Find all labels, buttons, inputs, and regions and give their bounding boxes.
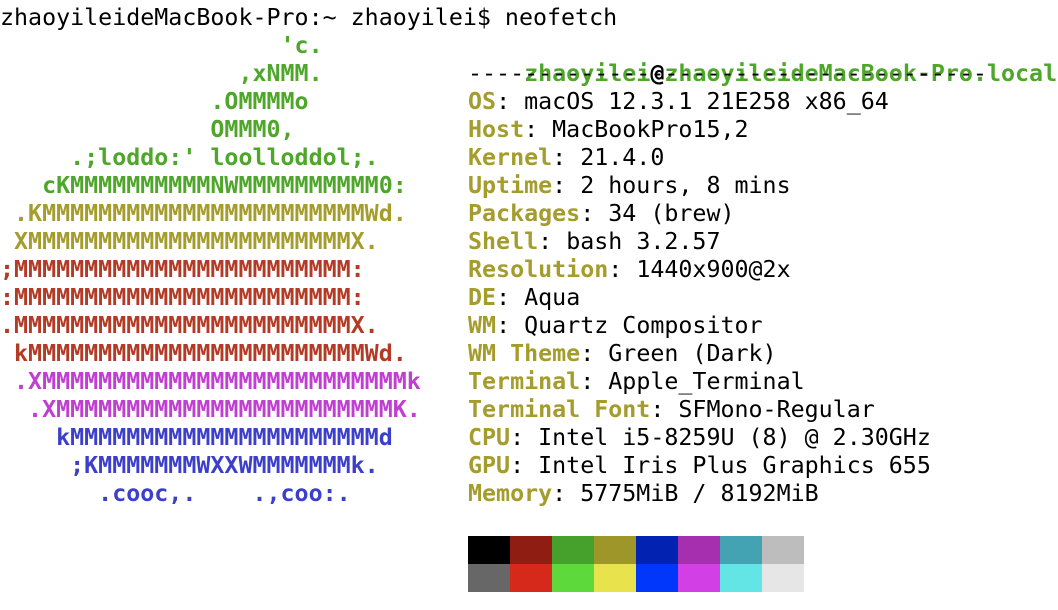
info-value: : SFMono-Regular xyxy=(650,396,875,423)
logo-line: 'c. xyxy=(0,32,323,59)
color-swatch xyxy=(636,536,678,564)
logo-line: kMMMMMMMMMMMMMMMMMMMMMMd xyxy=(0,424,393,451)
info-row: Terminal Font: SFMono-Regular xyxy=(468,396,875,424)
info-label: CPU xyxy=(468,424,511,451)
color-swatch xyxy=(678,536,720,564)
color-swatch xyxy=(594,564,636,592)
info-row: DE: Aqua xyxy=(468,284,580,312)
info-value: : Green (Dark) xyxy=(580,340,777,367)
logo-line: ;KMMMMMMMWXXWMMMMMMMk. xyxy=(0,452,379,479)
logo-line: kMMMMMMMMMMMMMMMMMMMMMMMMWd. xyxy=(0,340,407,367)
info-row: OS: macOS 12.3.1 21E258 x86_64 xyxy=(468,88,889,116)
info-value: : 5775MiB / 8192MiB xyxy=(552,480,819,507)
logo-line: .XMMMMMMMMMMMMMMMMMMMMMMMMK. xyxy=(0,396,421,423)
info-label: OS xyxy=(468,88,497,115)
info-value: : bash 3.2.57 xyxy=(538,228,721,255)
color-swatch xyxy=(552,564,594,592)
logo-line: ;MMMMMMMMMMMMMMMMMMMMMMMM: xyxy=(0,256,365,283)
logo-line: :MMMMMMMMMMMMMMMMMMMMMMMM: xyxy=(0,284,365,311)
info-label: Terminal Font xyxy=(468,396,651,423)
palette-normal-row xyxy=(468,536,804,564)
info-row: Host: MacBookPro15,2 xyxy=(468,116,749,144)
info-value: : macOS 12.3.1 21E258 x86_64 xyxy=(496,88,889,115)
logo-line: .OMMMMo xyxy=(0,88,309,115)
color-swatch xyxy=(468,536,510,564)
color-swatch xyxy=(594,536,636,564)
info-value: : 1440x900@2x xyxy=(608,256,791,283)
logo-line: .MMMMMMMMMMMMMMMMMMMMMMMMX. xyxy=(0,312,379,339)
info-value: : Apple_Terminal xyxy=(580,368,805,395)
logo-line: .;loddo:' loolloddol;. xyxy=(0,144,379,171)
info-label: Host xyxy=(468,116,525,143)
palette-bright-row xyxy=(468,564,804,592)
info-label: Resolution xyxy=(468,256,609,283)
color-swatch xyxy=(762,536,804,564)
info-label: WM Theme xyxy=(468,340,581,367)
info-value: : Aqua xyxy=(496,284,581,311)
color-swatch xyxy=(510,536,552,564)
info-row: WM Theme: Green (Dark) xyxy=(468,340,777,368)
logo-line: OMMM0, xyxy=(0,116,295,143)
color-swatch xyxy=(678,564,720,592)
info-value: : Intel i5-8259U (8) @ 2.30GHz xyxy=(510,424,931,451)
info-label: Packages xyxy=(468,200,581,227)
info-row: Resolution: 1440x900@2x xyxy=(468,256,791,284)
info-row: Terminal: Apple_Terminal xyxy=(468,368,805,396)
info-value: : Quartz Compositor xyxy=(496,312,763,339)
info-row: CPU: Intel i5-8259U (8) @ 2.30GHz xyxy=(468,424,931,452)
info-row: Packages: 34 (brew) xyxy=(468,200,735,228)
info-row: Uptime: 2 hours, 8 mins xyxy=(468,172,791,200)
info-label: Kernel xyxy=(468,144,553,171)
color-swatch xyxy=(720,564,762,592)
logo-line: .KMMMMMMMMMMMMMMMMMMMMMMMWd. xyxy=(0,200,407,227)
logo-line: cKMMMMMMMMMMNWMMMMMMMMMM0: xyxy=(0,172,407,199)
logo-line: ,xNMM. xyxy=(0,60,323,87)
color-swatch xyxy=(762,564,804,592)
logo-line: .cooc,. .,coo:. xyxy=(0,480,351,507)
separator-line: ------------------------------------- xyxy=(468,60,987,87)
info-row: WM: Quartz Compositor xyxy=(468,312,763,340)
info-row: Kernel: 21.4.0 xyxy=(468,144,664,172)
info-value: : 21.4.0 xyxy=(552,144,665,171)
color-swatch xyxy=(468,564,510,592)
info-label: Memory xyxy=(468,480,553,507)
color-swatch xyxy=(720,536,762,564)
info-value: : 34 (brew) xyxy=(580,200,735,227)
info-row: GPU: Intel Iris Plus Graphics 655 xyxy=(468,452,931,480)
info-label: Shell xyxy=(468,228,539,255)
color-swatch xyxy=(510,564,552,592)
terminal-window[interactable]: zhaoyileideMacBook-Pro:~ zhaoyilei$ neof… xyxy=(0,0,1058,610)
info-label: Terminal xyxy=(468,368,581,395)
logo-line: XMMMMMMMMMMMMMMMMMMMMMMMX. xyxy=(0,228,379,255)
info-value: : 2 hours, 8 mins xyxy=(552,172,791,199)
info-row: Shell: bash 3.2.57 xyxy=(468,228,720,256)
info-value: : MacBookPro15,2 xyxy=(524,116,749,143)
info-value: : Intel Iris Plus Graphics 655 xyxy=(510,452,931,479)
color-swatch xyxy=(636,564,678,592)
logo-line: .XMMMMMMMMMMMMMMMMMMMMMMMMMMk xyxy=(0,368,421,395)
color-swatch xyxy=(552,536,594,564)
info-label: Uptime xyxy=(468,172,553,199)
info-label: WM xyxy=(468,312,497,339)
info-row: Memory: 5775MiB / 8192MiB xyxy=(468,480,819,508)
info-label: DE xyxy=(468,284,497,311)
color-palette xyxy=(468,536,804,592)
info-label: GPU xyxy=(468,452,511,479)
user-host-line: zhaoyilei@zhaoyileideMacBook-Pro.local xyxy=(468,32,1057,87)
command-prompt: zhaoyileideMacBook-Pro:~ zhaoyilei$ neof… xyxy=(0,4,618,31)
